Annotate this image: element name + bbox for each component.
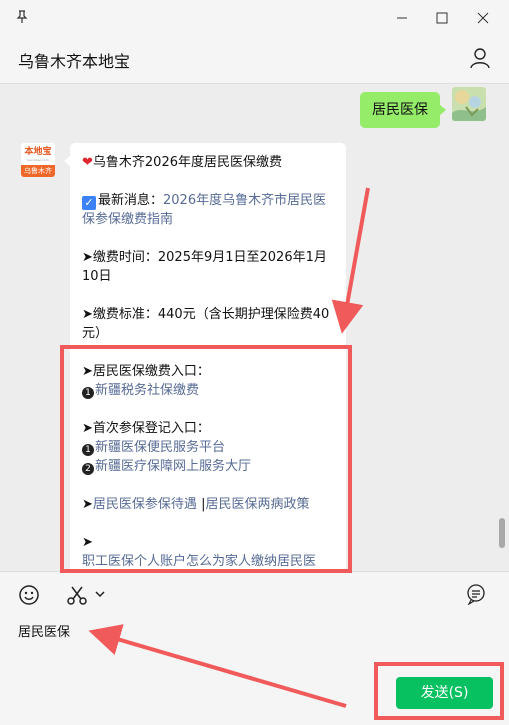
message-input[interactable]: 居民医保 — [18, 621, 70, 640]
news-label: 最新消息： — [98, 193, 164, 208]
minimize-icon[interactable] — [391, 8, 413, 28]
annotation-box-send — [374, 662, 504, 720]
input-toolbar — [0, 571, 509, 615]
chat-header: 乌鲁木齐本地宝 — [0, 36, 509, 84]
chat-history-icon[interactable] — [465, 583, 487, 605]
message-title-line: ❤乌鲁木齐2026年度居民医保缴费 — [82, 153, 334, 172]
news-line: ✓ 最新消息：2026年度乌鲁木齐市居民医保参保缴费指南 — [82, 191, 334, 229]
close-icon[interactable] — [472, 8, 494, 28]
user-icon[interactable] — [468, 46, 492, 70]
bot-avatar-logo: 本地宝 — [24, 147, 52, 157]
chevron-down-icon[interactable] — [94, 588, 106, 600]
pin-icon[interactable] — [14, 9, 30, 25]
message-title: 乌鲁木齐2026年度居民医保缴费 — [92, 155, 282, 170]
bot-avatar-city: 乌鲁木齐 — [21, 165, 55, 177]
annotation-box-entries — [60, 345, 352, 573]
bot-avatar[interactable]: 本地宝 bendibao.com 乌鲁木齐 — [21, 143, 55, 177]
time-line: ➤缴费时间：2025年9月1日至2026年1月10日 — [82, 250, 327, 284]
chat-scrollbar[interactable] — [499, 518, 505, 548]
scissors-icon[interactable] — [66, 584, 88, 606]
maximize-icon[interactable] — [431, 8, 453, 28]
my-avatar[interactable] — [452, 87, 486, 121]
chat-title: 乌鲁木齐本地宝 — [18, 52, 131, 71]
heart-icon: ❤ — [82, 155, 93, 170]
window-titlebar — [0, 0, 509, 36]
my-message-bubble[interactable]: 居民医保 — [360, 92, 446, 128]
emoji-icon[interactable] — [18, 584, 40, 606]
standard-line: ➤缴费标准：440元（含长期护理保险费40元） — [82, 307, 330, 341]
checkbox-icon: ✓ — [82, 196, 96, 210]
bot-avatar-domain: bendibao.com — [27, 158, 49, 162]
